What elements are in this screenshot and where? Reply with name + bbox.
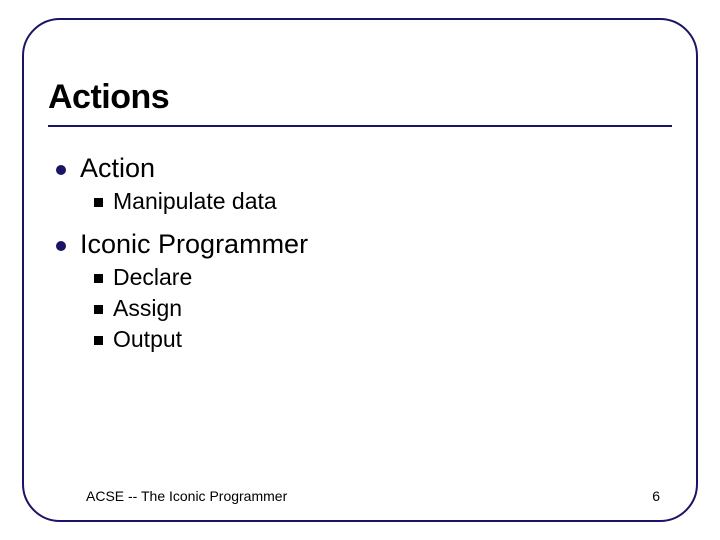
sub-list-item-label: Manipulate data bbox=[113, 188, 277, 215]
title-divider bbox=[48, 125, 672, 127]
page-number: 6 bbox=[652, 488, 660, 504]
list-item-label: Action bbox=[80, 153, 155, 184]
bullet-square-icon bbox=[94, 305, 103, 314]
sub-list-item: Assign bbox=[94, 295, 672, 322]
bullet-list: Action Manipulate data Iconic Programmer… bbox=[56, 153, 672, 353]
sub-list: Manipulate data bbox=[94, 188, 672, 215]
footer-text: ACSE -- The Iconic Programmer bbox=[86, 488, 287, 504]
sub-list-item: Output bbox=[94, 326, 672, 353]
sub-list-item-label: Output bbox=[113, 326, 182, 353]
sub-list-item-label: Assign bbox=[113, 295, 182, 322]
bullet-dot-icon bbox=[56, 241, 66, 251]
bullet-square-icon bbox=[94, 336, 103, 345]
bullet-square-icon bbox=[94, 274, 103, 283]
sub-list-item: Declare bbox=[94, 264, 672, 291]
slide-title: Actions bbox=[48, 78, 672, 117]
slide-content: Actions Action Manipulate data Iconic Pr… bbox=[48, 78, 672, 353]
bullet-square-icon bbox=[94, 198, 103, 207]
sub-list-item: Manipulate data bbox=[94, 188, 672, 215]
list-item: Action bbox=[56, 153, 672, 184]
sub-list-item-label: Declare bbox=[113, 264, 192, 291]
list-item-label: Iconic Programmer bbox=[80, 229, 308, 260]
bullet-dot-icon bbox=[56, 165, 66, 175]
sub-list: Declare Assign Output bbox=[94, 264, 672, 353]
list-item: Iconic Programmer bbox=[56, 229, 672, 260]
